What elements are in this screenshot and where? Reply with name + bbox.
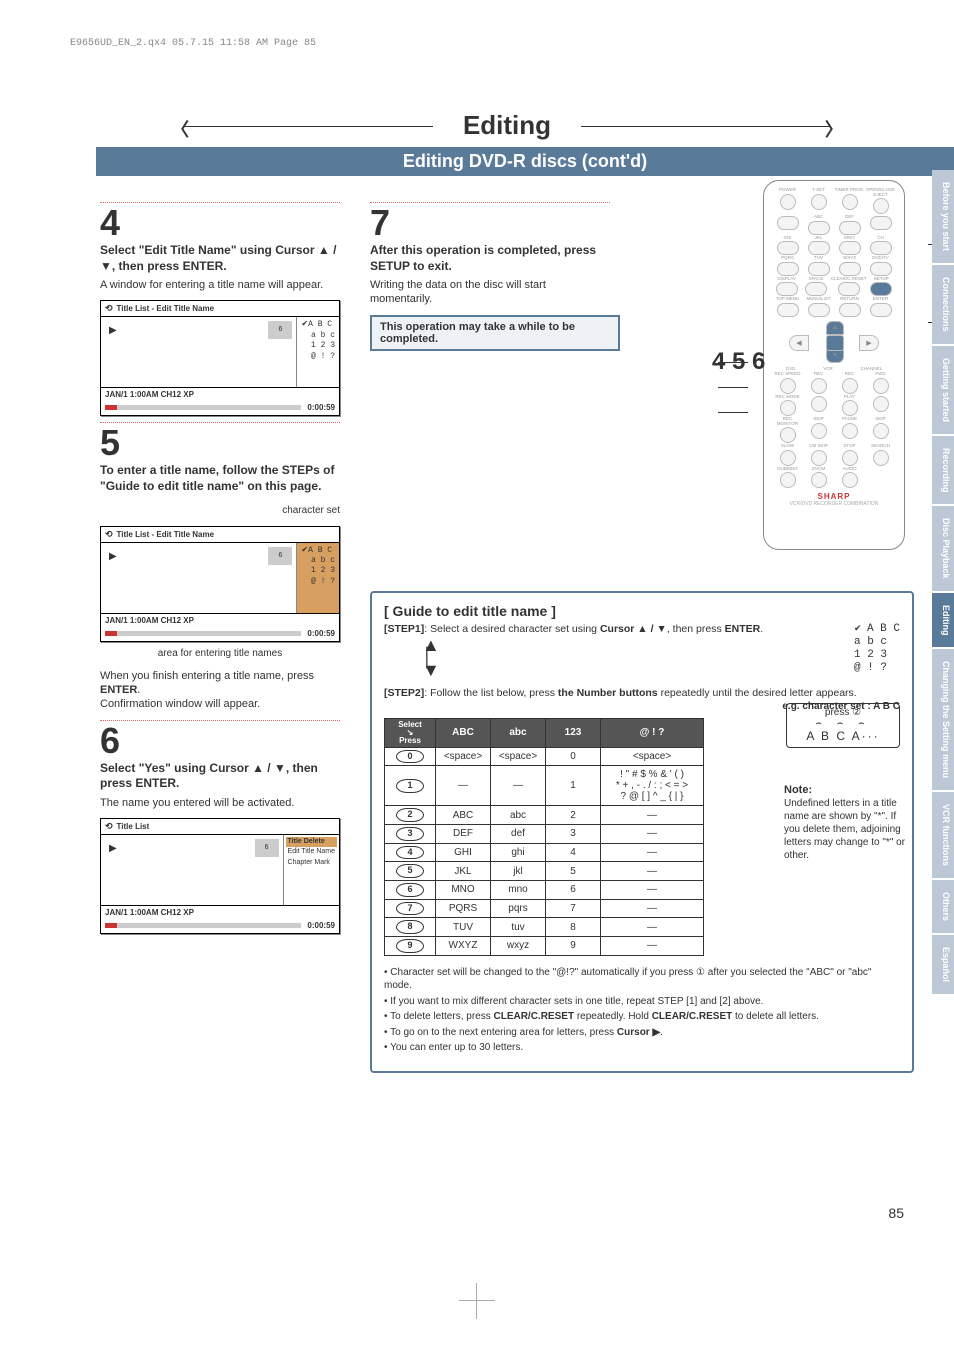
step-6-body: The name you entered will be activated. — [100, 796, 340, 810]
side-tabs: Before you startConnectionsGetting start… — [932, 170, 954, 996]
charset-label: character set — [100, 505, 340, 516]
tab-vcr-functions: VCR functions — [932, 792, 954, 878]
step-6-number: 6 — [100, 723, 340, 759]
section-subtitle: Editing DVD-R discs (cont'd) — [96, 147, 954, 176]
tab-espa-ol: Español — [932, 935, 954, 994]
step-7-number: 7 — [370, 205, 610, 241]
step-4-body: A window for entering a title name will … — [100, 278, 340, 292]
step-5-head: To enter a title name, follow the STEPs … — [100, 463, 340, 494]
osd-title-list: Title List 6▶ Title Delete Edit Title Na… — [100, 818, 340, 934]
guide-box: [ Guide to edit title name ] [STEP1]: Se… — [370, 591, 914, 1073]
step-6-head: Select "Yes" using Cursor ▲ / ▼, then pr… — [100, 761, 340, 792]
remote-illustration: 4 5 6 5 7 POWERT-SETTIMER PROG.OPEN/CLOS… — [744, 180, 924, 580]
tab-connections: Connections — [932, 265, 954, 344]
tab-editing: Editing — [932, 593, 954, 648]
page-number: 85 — [888, 1205, 904, 1221]
pdf-header: E9656UD_EN_2.qx4 05.7.15 11:58 AM Page 8… — [70, 38, 316, 49]
alert-note: This operation may take a while to be co… — [370, 315, 620, 351]
press-example: press ② ⌢ ⌢ ⌢ A B C A··· — [786, 703, 900, 748]
osd-caption: area for entering title names — [100, 648, 340, 659]
step-4-number: 4 — [100, 205, 340, 241]
tab-before-you-start: Before you start — [932, 170, 954, 263]
step-7-head: After this operation is completed, press… — [370, 243, 610, 274]
tab-getting-started: Getting started — [932, 346, 954, 434]
step-5-number: 5 — [100, 425, 340, 461]
tab-changing-the-setting-menu: Changing the Setting menu — [932, 649, 954, 790]
tab-others: Others — [932, 880, 954, 933]
char-entry-table: Select↘Press ABC abc 123 @ ! ? 0<space><… — [384, 718, 704, 956]
guide-bullets: • Character set will be changed to the "… — [384, 966, 900, 1055]
step-4-head: Select "Edit Title Name" using Cursor ▲ … — [100, 243, 340, 274]
osd-edit-title-2: Title List - Edit Title Name 6▶ ✔A B C a… — [100, 526, 340, 642]
guide-title: [ Guide to edit title name ] — [384, 603, 900, 619]
step-5-body2: When you finish entering a title name, p… — [100, 669, 340, 712]
note-block: Note: Undefined letters in a title name … — [784, 783, 912, 862]
osd-edit-title-1: Title List - Edit Title Name 6▶ ✔A B C a… — [100, 300, 340, 416]
tab-disc-playback: Disc Playback — [932, 506, 954, 591]
step-7-body: Writing the data on the disc will start … — [370, 278, 610, 307]
section-title: 〈Editing〉 — [163, 110, 851, 141]
charset-preview: A B C a b c 1 2 3 @ ! ? — [854, 623, 900, 676]
tab-recording: Recording — [932, 436, 954, 505]
